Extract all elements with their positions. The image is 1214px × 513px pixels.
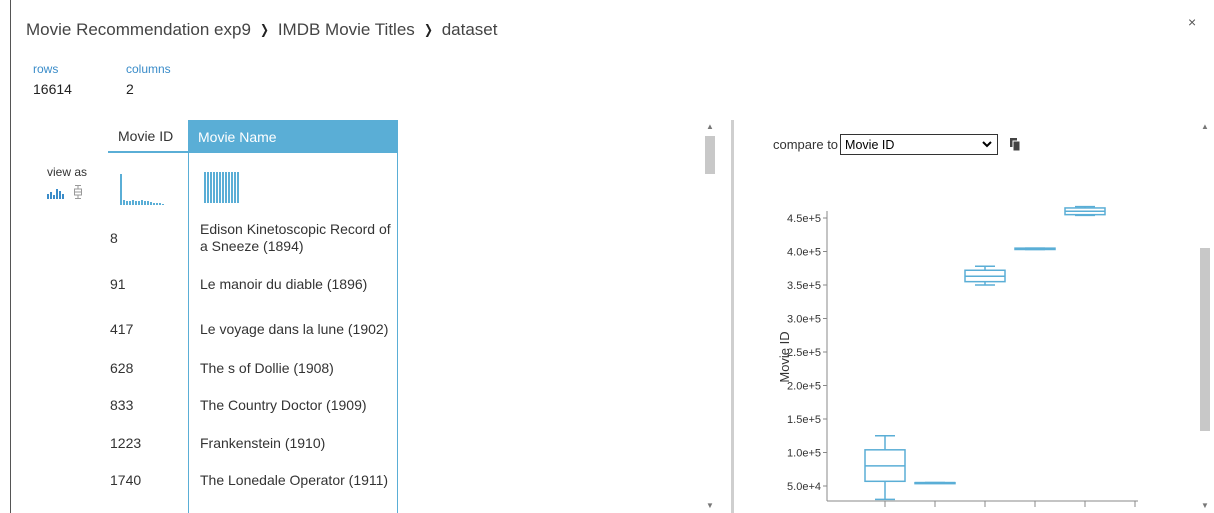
table-row[interactable]: 1223 Frankenstein (1910) bbox=[108, 433, 408, 453]
boxplot-icon[interactable] bbox=[73, 185, 83, 199]
rows-label: rows bbox=[33, 62, 59, 76]
movie-id-histogram[interactable] bbox=[120, 172, 166, 206]
compare-label: compare to bbox=[773, 137, 839, 152]
boxplot-chart: 5.0e+4 1.0e+5 1.5e+5 2.0e+5 2.5e+5 3.0e+5 3.5e… bbox=[777, 205, 1138, 507]
scroll-up-icon[interactable]: ▲ bbox=[1201, 122, 1209, 131]
movie-id-cell: 417 bbox=[110, 321, 134, 337]
columns-stat: columns 2 bbox=[126, 62, 171, 97]
columns-label: columns bbox=[126, 62, 171, 76]
chart-scrollbar[interactable]: ▲ ▼ bbox=[1198, 120, 1212, 513]
scroll-down-icon[interactable]: ▼ bbox=[706, 501, 714, 510]
y-tick-label: 1.5e+5 bbox=[787, 414, 821, 426]
chevron-right-icon: ❯ bbox=[423, 22, 433, 37]
y-tick-label: 5.0e+4 bbox=[787, 481, 821, 493]
scroll-down-icon[interactable]: ▼ bbox=[1201, 501, 1209, 510]
movie-name-cell: Le manoir du diable (1896) bbox=[200, 275, 368, 292]
breadcrumb-current: dataset bbox=[441, 20, 498, 39]
y-tick-label: 1.0e+5 bbox=[787, 448, 821, 460]
movie-name-cell: The Lonedale Operator (1911) bbox=[200, 471, 389, 488]
table-row[interactable]: 417 Le voyage dans la lune (1902) bbox=[108, 310, 408, 348]
chevron-down-icon bbox=[982, 141, 992, 148]
movie-id-cell: 8 bbox=[110, 230, 118, 246]
compare-control: compare to Movie ID bbox=[773, 134, 1021, 155]
table-row[interactable]: 8 Edison Kinetoscopic Record of a Sneeze… bbox=[108, 218, 408, 258]
movie-id-cell: 628 bbox=[110, 360, 134, 376]
scrollbar-thumb[interactable] bbox=[705, 136, 715, 174]
movie-name-cell: Edison Kinetoscopic Record of a Sneeze (… bbox=[200, 221, 391, 254]
scrollbar-thumb[interactable] bbox=[1200, 248, 1210, 431]
y-tick-label: 3.5e+5 bbox=[787, 280, 821, 292]
rows-stat: rows 16614 bbox=[33, 62, 72, 97]
view-as: view as bbox=[47, 165, 87, 199]
y-tick-label: 3.0e+5 bbox=[787, 314, 821, 326]
scroll-up-icon[interactable]: ▲ bbox=[706, 122, 714, 131]
chevron-right-icon: ❯ bbox=[259, 22, 269, 37]
y-axis-label: Movie ID bbox=[777, 331, 792, 382]
movie-id-cell: 833 bbox=[110, 397, 134, 413]
panel-divider[interactable] bbox=[731, 120, 734, 513]
y-tick-label: 2.5e+5 bbox=[787, 347, 821, 359]
movie-name-cell: Frankenstein (1910) bbox=[200, 434, 326, 451]
rows-value: 16614 bbox=[33, 81, 72, 97]
movie-name-cell: Le voyage dans la lune (1902) bbox=[200, 320, 389, 337]
movie-name-cell: The s of Dollie (1908) bbox=[200, 359, 334, 376]
view-as-label: view as bbox=[47, 165, 88, 179]
close-icon[interactable]: × bbox=[1188, 14, 1196, 30]
data-table: Movie ID Movie Name 8 Edison Kinetoscopi… bbox=[108, 120, 708, 513]
movie-name-histogram[interactable] bbox=[204, 172, 242, 203]
y-tick-label: 2.0e+5 bbox=[787, 381, 821, 393]
breadcrumb-experiment[interactable]: Movie Recommendation exp9 bbox=[26, 20, 251, 40]
table-scrollbar[interactable]: ▲ ▼ bbox=[703, 120, 717, 513]
column-header-movie-name[interactable]: Movie Name bbox=[188, 120, 398, 153]
columns-value: 2 bbox=[126, 81, 134, 97]
table-row[interactable]: 833 The Country Doctor (1909) bbox=[108, 386, 408, 424]
movie-name-cell: The Country Doctor (1909) bbox=[200, 396, 367, 413]
left-border-line bbox=[10, 0, 11, 513]
movie-id-cell: 1223 bbox=[110, 435, 142, 451]
column-header-movie-id[interactable]: Movie ID bbox=[108, 120, 188, 153]
compare-selected-value: Movie ID bbox=[845, 137, 895, 152]
compare-select[interactable]: Movie ID bbox=[840, 134, 999, 155]
y-tick-label: 4.5e+5 bbox=[787, 213, 821, 225]
movie-id-cell: 91 bbox=[110, 276, 126, 292]
y-tick-label: 4.0e+5 bbox=[787, 247, 821, 259]
breadcrumb: Movie Recommendation exp9 ❯ IMDB Movie T… bbox=[26, 20, 497, 40]
movie-id-cell: 1740 bbox=[110, 472, 142, 488]
breadcrumb-dataset[interactable]: IMDB Movie Titles bbox=[278, 20, 415, 40]
histogram-icon[interactable] bbox=[47, 188, 65, 199]
table-row[interactable]: 91 Le manoir du diable (1896) bbox=[108, 265, 408, 303]
table-row[interactable]: 628 The s of Dollie (1908) bbox=[108, 358, 408, 378]
table-row[interactable]: 1740 The Lonedale Operator (1911) bbox=[108, 461, 408, 499]
copy-icon[interactable] bbox=[1010, 138, 1021, 151]
